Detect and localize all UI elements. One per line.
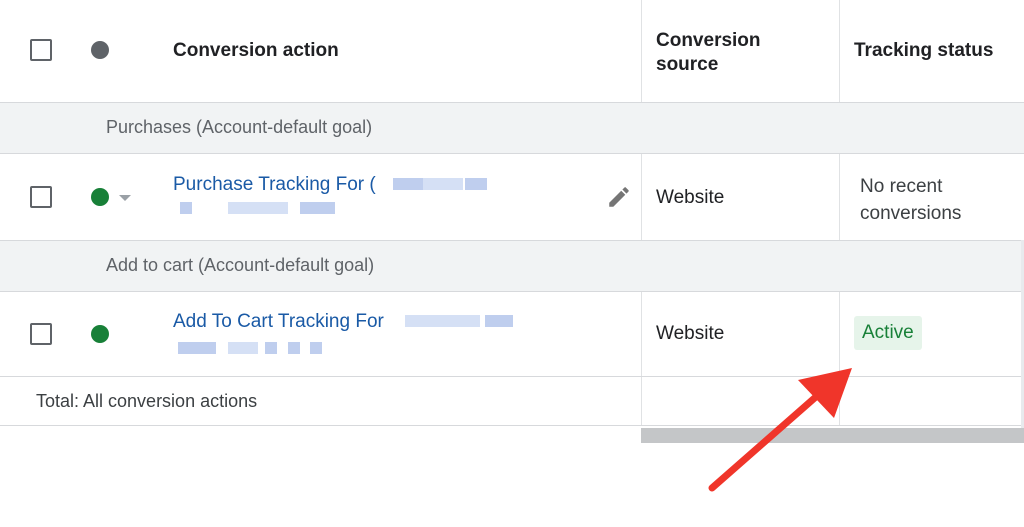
status-dot-icon [91,188,109,206]
column-divider [839,292,840,376]
goal-group-label: Purchases (Account-default goal) [106,117,373,137]
goal-group-purchases: Purchases (Account-default goal) [0,103,1024,154]
column-header-tracking-status[interactable]: Tracking status [854,40,993,62]
pencil-icon[interactable] [606,184,632,210]
table-row: Purchase Tracking For ( Website No recen… [0,154,1024,241]
conversion-action-link[interactable]: Purchase Tracking For ( [173,174,376,196]
redacted-text [300,202,335,214]
column-divider [839,377,840,425]
redacted-text [485,315,513,327]
table-header: Conversion action Conversion source Trac… [0,0,1024,103]
column-header-conversion-source-line2: source [656,54,719,75]
conversion-action-link[interactable]: Add To Cart Tracking For [173,311,384,333]
column-header-conversion-source[interactable]: Conversion source [656,29,761,77]
column-divider [839,154,840,240]
column-header-conversion-action[interactable]: Conversion action [173,40,339,62]
row-checkbox[interactable] [30,186,52,208]
redacted-text [228,342,258,354]
redacted-text [310,342,322,354]
tracking-status-line1: No recent [860,176,943,197]
redacted-text [393,178,423,190]
select-all-checkbox[interactable] [30,39,52,61]
conversion-source-cell: Website [656,323,725,344]
redacted-text [405,315,480,327]
redacted-text [288,342,300,354]
redacted-text [178,342,216,354]
caret-down-icon[interactable] [119,195,131,201]
redacted-text [423,178,463,190]
redacted-text [265,342,277,354]
status-dot-icon [91,41,109,59]
tracking-status-cell: No recent conversions [860,173,961,227]
horizontal-scrollbar[interactable] [641,428,1024,443]
tracking-status-line2: conversions [860,203,962,224]
column-divider [641,377,642,425]
column-divider [641,0,642,102]
total-label: Total: All conversion actions [36,391,258,411]
redacted-text [465,178,487,190]
column-divider [839,0,840,102]
column-divider [641,292,642,376]
conversion-source-cell: Website [656,187,725,208]
column-divider [641,154,642,240]
row-checkbox[interactable] [30,323,52,345]
goal-group-label: Add to cart (Account-default goal) [106,255,375,275]
table-row: Add To Cart Tracking For Website Active [0,292,1024,377]
column-header-conversion-source-line1: Conversion [656,30,761,51]
status-badge: Active [854,316,922,350]
goal-group-add-to-cart: Add to cart (Account-default goal) [0,241,1024,292]
total-row: Total: All conversion actions [0,377,1024,426]
status-dot-icon [91,325,109,343]
redacted-text [180,202,192,214]
redacted-text [228,202,288,214]
